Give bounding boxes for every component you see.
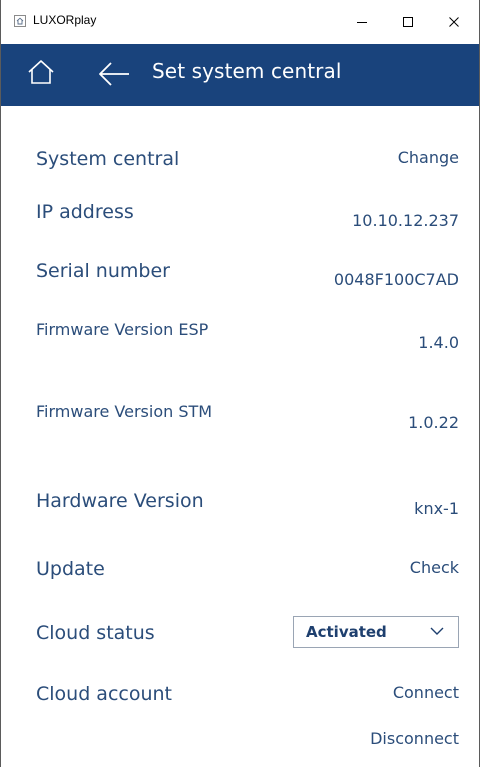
page-header: Set system central: [1, 44, 479, 106]
change-link[interactable]: Change: [398, 148, 459, 167]
firmware-stm-label: Firmware Version STM: [36, 402, 213, 421]
house-icon: [14, 15, 26, 27]
close-button[interactable]: [431, 0, 477, 44]
firmware-esp-label: Firmware Version ESP: [36, 320, 209, 339]
maximize-icon: [403, 17, 413, 27]
cloud-status-selected: Activated: [306, 623, 387, 641]
chevron-down-icon: [430, 627, 444, 635]
app-window: LUXORplay Set system central System cent…: [0, 0, 480, 767]
hardware-version-label: Hardware Version: [36, 490, 204, 512]
cloud-status-dropdown[interactable]: Activated: [293, 616, 459, 648]
ip-address-value: 10.10.12.237: [352, 211, 459, 230]
minimize-button[interactable]: [339, 0, 385, 44]
minimize-icon: [357, 22, 367, 23]
window-title: LUXORplay: [33, 13, 97, 27]
page-title: Set system central: [152, 59, 342, 83]
serial-number-label: Serial number: [36, 260, 170, 282]
firmware-esp-value: 1.4.0: [418, 333, 459, 352]
cloud-status-label: Cloud status: [36, 622, 155, 644]
maximize-button[interactable]: [385, 0, 431, 44]
connect-link[interactable]: Connect: [393, 683, 459, 702]
cloud-account-label: Cloud account: [36, 683, 173, 705]
ip-address-label: IP address: [36, 201, 134, 223]
disconnect-link[interactable]: Disconnect: [370, 729, 459, 748]
system-central-label: System central: [36, 148, 180, 170]
arrow-left-icon[interactable]: [97, 60, 131, 88]
close-icon: [449, 17, 459, 27]
check-link[interactable]: Check: [410, 558, 459, 577]
firmware-stm-value: 1.0.22: [408, 413, 459, 432]
hardware-version-value: knx-1: [414, 499, 459, 518]
update-label: Update: [36, 558, 105, 580]
serial-number-value: 0048F100C7AD: [333, 270, 459, 289]
title-bar: LUXORplay: [1, 0, 479, 44]
home-icon[interactable]: [27, 58, 55, 86]
